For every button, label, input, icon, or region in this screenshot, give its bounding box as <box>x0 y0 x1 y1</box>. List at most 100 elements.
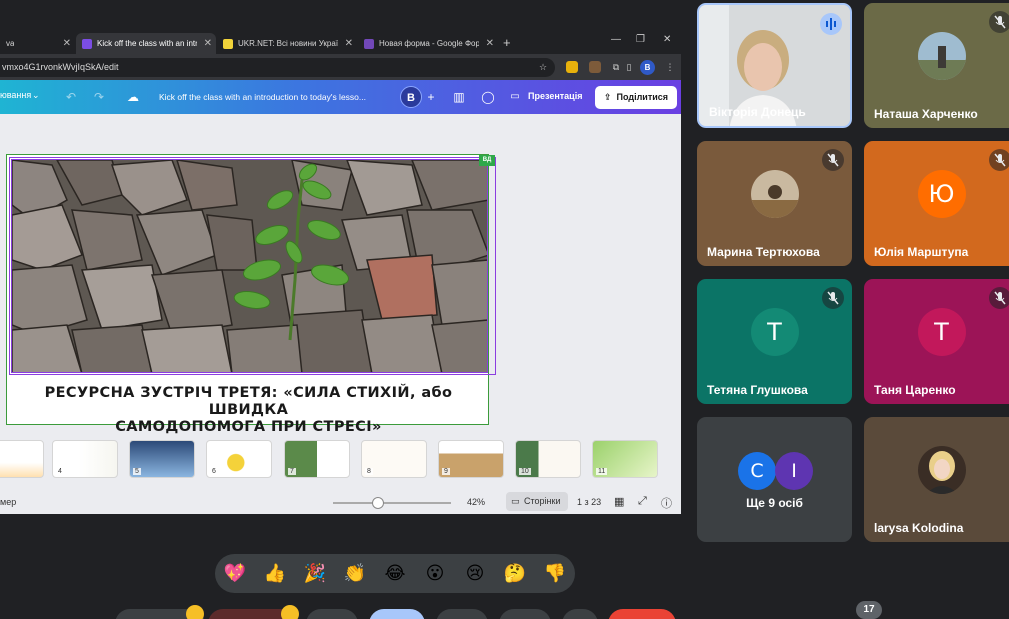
slide-thumbnail[interactable]: 5 <box>129 440 195 478</box>
profile-avatar[interactable]: B <box>640 60 655 75</box>
present-now-button[interactable] <box>369 609 425 619</box>
comment-icon[interactable]: ◯ <box>479 88 497 106</box>
slide-thumbnail[interactable]: 4 <box>52 440 118 478</box>
participant-photo <box>917 445 966 494</box>
slide-thumbnail[interactable] <box>0 440 44 478</box>
present-icon[interactable]: ▭ <box>506 88 524 106</box>
close-tab-icon[interactable]: ✕ <box>486 38 494 49</box>
new-tab-icon[interactable]: + <box>503 35 511 50</box>
close-tab-icon[interactable]: ✕ <box>345 38 353 49</box>
muted-mic-icon <box>989 287 1009 309</box>
thumbnail-number: 8 <box>365 468 373 475</box>
zoom-value[interactable]: 42% <box>467 497 485 507</box>
slide-thumbnail[interactable]: 7 <box>284 440 350 478</box>
present-button[interactable]: Презентація <box>528 91 582 101</box>
warning-icon <box>186 605 204 619</box>
url-field[interactable]: vmxo4G1rvonkWvjIqSkA/edit <box>0 58 555 77</box>
thumbs-down-reaction-button[interactable]: 👎 <box>542 561 568 587</box>
slide-thumbnail[interactable]: 6 <box>206 440 272 478</box>
participant-tile[interactable]: larysa Kolodina <box>864 417 1009 542</box>
browser-menu-icon[interactable]: ⋮ <box>664 61 676 73</box>
pages-button-label: Сторінки <box>524 496 561 506</box>
slide-thumbnail[interactable]: 9 <box>438 440 504 478</box>
pages-button[interactable]: ▭ Сторінки <box>506 492 568 511</box>
browser-tab[interactable]: va ✕ <box>0 33 75 54</box>
slide-canvas[interactable]: ВД РЕСУРСНА ЗУСТРІЧ ТРЕТЯ: «СИЛА СТИХІЙ,… <box>6 154 496 435</box>
party-reaction-button[interactable]: 🎉 <box>302 561 328 587</box>
participant-name: Марина Тертюхова <box>707 245 820 259</box>
notes-button[interactable]: мер <box>0 497 16 507</box>
slide-thumbnail[interactable]: 11 <box>592 440 658 478</box>
participant-avatar: С <box>738 452 776 490</box>
sidebar-icon[interactable]: ▯ <box>623 61 635 73</box>
redo-icon[interactable]: ↷ <box>90 88 108 106</box>
thumbnail-number: 7 <box>288 468 296 475</box>
grid-view-icon[interactable]: ▦ <box>614 495 624 508</box>
participant-tile[interactable]: Т Тетяна Глушкова <box>697 279 852 404</box>
fullscreen-icon[interactable]: ⤢ <box>638 495 647 508</box>
participant-tile[interactable]: Ю Юлія Марштупа <box>864 141 1009 266</box>
browser-tab[interactable]: Новая форма - Google Формы ✕ <box>358 33 498 54</box>
clap-reaction-button[interactable]: 👏 <box>342 561 368 587</box>
heart-reaction-button[interactable]: 💖 <box>222 561 248 587</box>
collaborator-badge: ВД <box>479 155 495 166</box>
reactions-button[interactable] <box>436 609 488 619</box>
insights-chart-icon[interactable]: ▥ <box>450 88 468 106</box>
muted-mic-icon <box>822 149 844 171</box>
menu-label[interactable]: ювання <box>0 90 31 100</box>
pages-icon: ▭ <box>511 496 520 506</box>
browser-tab-bar: va ✕ Kick off the class with an introd ✕… <box>0 30 681 54</box>
slide-photo[interactable] <box>11 159 488 373</box>
bookmark-star-icon[interactable]: ☆ <box>537 61 549 73</box>
collaborator-avatar[interactable]: B <box>400 86 422 108</box>
minimize-icon[interactable]: — <box>611 34 621 45</box>
sad-reaction-button[interactable]: 😢 <box>462 561 488 587</box>
captions-button[interactable] <box>306 609 358 619</box>
browser-tab-active[interactable]: Kick off the class with an introd ✕ <box>76 33 216 54</box>
undo-icon[interactable]: ↶ <box>62 88 80 106</box>
help-icon[interactable]: ⓘ <box>661 495 672 511</box>
close-tab-icon[interactable]: ✕ <box>63 38 71 49</box>
chevron-down-icon[interactable]: ⌄ <box>32 90 40 101</box>
slide-thumbnail[interactable]: 8 <box>361 440 427 478</box>
slide-thumbnails: 4 5 6 7 8 9 10 11 <box>0 440 681 480</box>
thumbnail-number: 4 <box>56 468 64 475</box>
participant-avatar: І <box>775 452 813 490</box>
ukrnet-favicon-icon <box>223 38 233 49</box>
more-participants-tile[interactable]: С І Ще 9 осіб <box>697 417 852 542</box>
thinking-reaction-button[interactable]: 🤔 <box>502 561 528 587</box>
participant-tile[interactable]: Наташа Харченко <box>864 3 1009 128</box>
participant-tile[interactable]: Т Таня Царенко <box>864 279 1009 404</box>
raise-hand-button[interactable] <box>499 609 551 619</box>
extension-icon[interactable] <box>566 61 578 73</box>
shared-screen: va ✕ Kick off the class with an introd ✕… <box>0 30 681 514</box>
slide-thumbnail[interactable]: 10 <box>515 440 581 478</box>
speaking-indicator-icon <box>820 13 842 35</box>
participant-tile[interactable]: Марина Тертюхова <box>697 141 852 266</box>
extensions-puzzle-icon[interactable]: ⧉ <box>610 61 622 73</box>
participant-tile[interactable]: Вікторія Донець <box>697 3 852 128</box>
participant-photo <box>917 31 966 80</box>
zoom-slider-handle[interactable] <box>372 497 384 509</box>
zoom-slider[interactable] <box>333 502 451 504</box>
leave-call-button[interactable] <box>608 609 676 619</box>
maximize-icon[interactable]: ❐ <box>636 34 645 45</box>
cloud-save-icon[interactable]: ☁ <box>124 88 142 106</box>
surprised-reaction-button[interactable]: 😮 <box>422 561 448 587</box>
thumbnail-number: 11 <box>596 468 608 475</box>
plant-on-rocks-image <box>12 160 487 372</box>
document-title[interactable]: Kick off the class with an introduction … <box>159 92 366 102</box>
close-window-icon[interactable]: ✕ <box>663 34 671 45</box>
more-participants-label: Ще 9 осіб <box>746 496 803 510</box>
tab-title: va <box>6 39 15 48</box>
browser-tab[interactable]: UKR.NET: Всі новини України, ✕ <box>217 33 357 54</box>
laugh-reaction-button[interactable]: 😂 <box>382 561 408 587</box>
add-collaborator-icon[interactable]: + <box>422 88 440 106</box>
extension-icon[interactable] <box>589 61 601 73</box>
more-options-button[interactable] <box>562 609 598 619</box>
thumbs-up-reaction-button[interactable]: 👍 <box>262 561 288 587</box>
slide-title[interactable]: РЕСУРСНА ЗУСТРІЧ ТРЕТЯ: «СИЛА СТИХІЙ, аб… <box>7 385 490 436</box>
share-button[interactable]: ⇪ Поділитися <box>595 86 677 109</box>
close-tab-icon[interactable]: ✕ <box>204 38 212 49</box>
participant-name: Вікторія Донець <box>709 105 806 119</box>
